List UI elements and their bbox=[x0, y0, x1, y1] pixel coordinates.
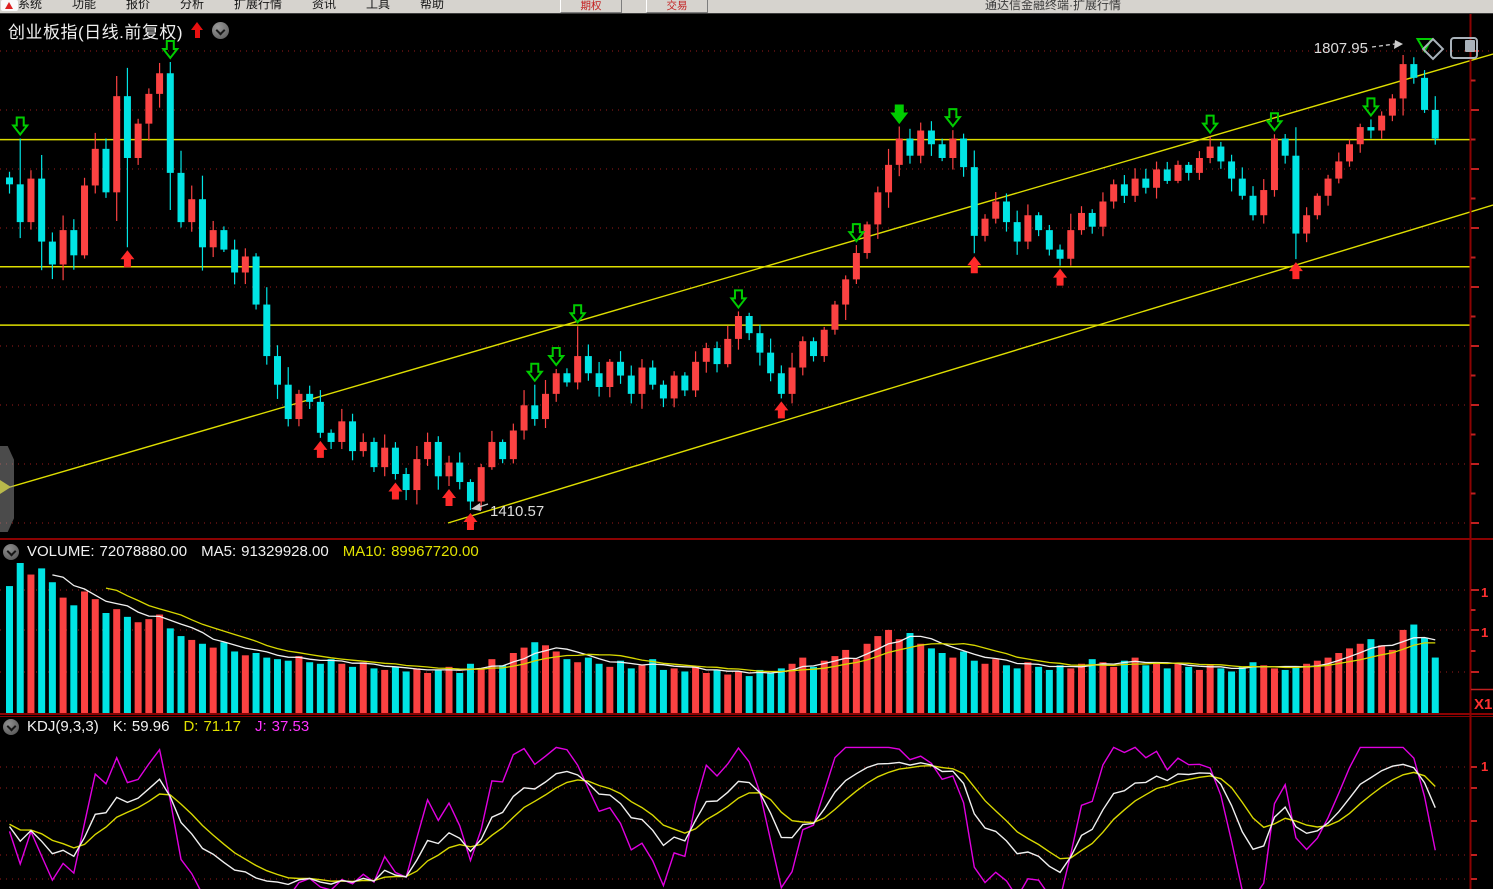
chart-title: 创业板指(日线.前复权) bbox=[8, 18, 183, 43]
volume-pane-header: VOLUME: 72078880.00 MA5: 91329928.00 MA1… bbox=[3, 543, 479, 560]
menu-bar: 系统 功能 报价 分析 扩展行情 资讯 工具 帮助 期权 交易 通达信金融终端·扩展行情 bbox=[0, 0, 1493, 14]
kdj-label: KDJ(9,3,3) bbox=[27, 718, 99, 735]
menu-item[interactable]: 分析 bbox=[180, 0, 204, 12]
menu-hot-button[interactable]: 交易 bbox=[646, 0, 708, 13]
compression-ratio-label: X1 bbox=[1474, 696, 1492, 713]
volume-ma10-value: 89967720.00 bbox=[391, 543, 479, 560]
split-panel-icon[interactable] bbox=[1450, 37, 1478, 59]
svg-text:1: 1 bbox=[1481, 759, 1488, 774]
volume-collapse-button chevron-down-icon[interactable] bbox=[3, 544, 19, 560]
svg-text:1807.95: 1807.95 bbox=[1314, 40, 1368, 57]
menu-item[interactable]: 功能 bbox=[72, 0, 96, 12]
chart-canvas[interactable]: 1807.95 1410.57 1 1 1 X1 bbox=[0, 0, 1493, 889]
volume-value: 72078880.00 bbox=[100, 543, 188, 560]
menu-item[interactable]: 报价 bbox=[126, 0, 150, 12]
window-title-fragment: 通达信金融终端·扩展行情 bbox=[985, 0, 1121, 13]
kdj-pane-header: KDJ(9,3,3) K: 59.96 D: 71.17 J: 37.53 bbox=[3, 718, 309, 735]
app-logo-icon[interactable] bbox=[1, 0, 18, 11]
kdj-d-label: D: bbox=[183, 718, 198, 735]
menu-item[interactable]: 系统 bbox=[18, 0, 42, 12]
svg-text:1410.57: 1410.57 bbox=[490, 503, 544, 520]
menu-item[interactable]: 资讯 bbox=[312, 0, 336, 12]
kdj-k-label: K: bbox=[113, 718, 127, 735]
chart-title-row: 创业板指(日线.前复权) bbox=[8, 18, 229, 43]
menu-hot-button[interactable]: 期权 bbox=[560, 0, 622, 13]
svg-text:1: 1 bbox=[1481, 585, 1488, 600]
trading-app-window: 系统 功能 报价 分析 扩展行情 资讯 工具 帮助 期权 交易 通达信金融终端·扩展行情 1807.… bbox=[0, 0, 1493, 889]
kdj-d-value: 71.17 bbox=[203, 718, 241, 735]
menu-item[interactable]: 帮助 bbox=[420, 0, 444, 12]
price-up-arrow-icon bbox=[191, 22, 204, 39]
left-panel-handle[interactable] bbox=[0, 446, 14, 532]
volume-ma5-value: 91329928.00 bbox=[241, 543, 329, 560]
title-collapse-button chevron-down-icon[interactable] bbox=[212, 22, 229, 39]
svg-text:1: 1 bbox=[1481, 625, 1488, 640]
kdj-j-label: J: bbox=[255, 718, 267, 735]
kdj-collapse-button chevron-down-icon[interactable] bbox=[3, 719, 19, 735]
menu-item[interactable]: 工具 bbox=[366, 0, 390, 12]
volume-ma5-label: MA5: bbox=[201, 543, 236, 560]
volume-label: VOLUME: bbox=[27, 543, 95, 560]
volume-ma10-label: MA10: bbox=[343, 543, 386, 560]
kdj-k-value: 59.96 bbox=[132, 718, 170, 735]
menu-item[interactable]: 扩展行情 bbox=[234, 0, 282, 12]
kdj-j-value: 37.53 bbox=[272, 718, 310, 735]
